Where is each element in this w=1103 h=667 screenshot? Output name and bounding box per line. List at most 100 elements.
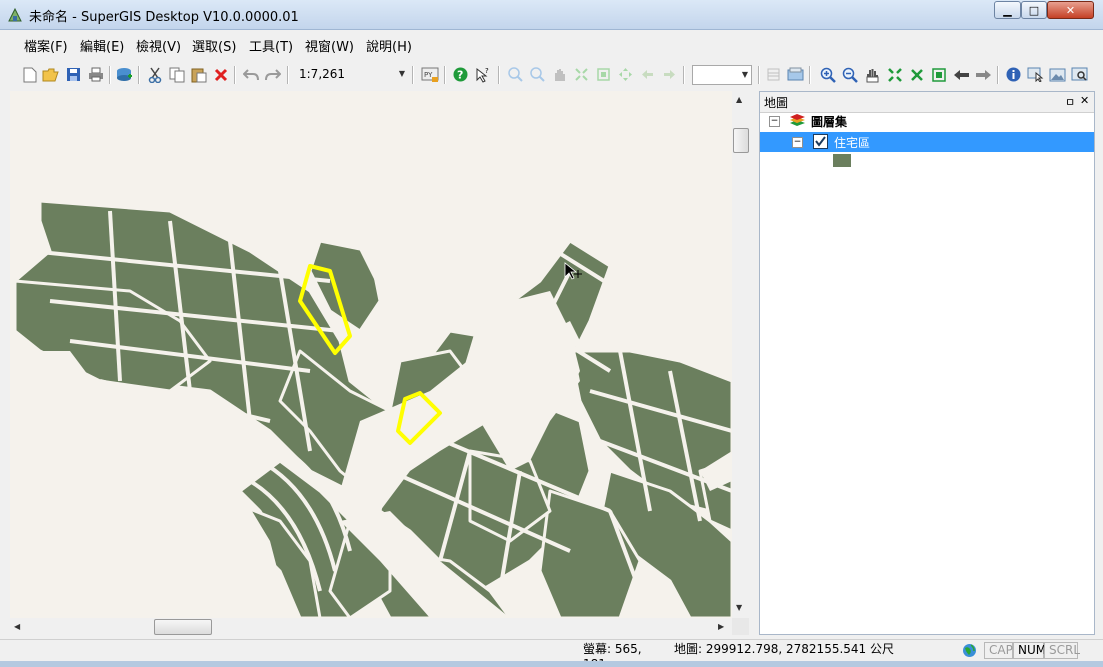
app-window: 未命名 - SuperGIS Desktop V10.0.0000.01 ▁ □… bbox=[0, 0, 1103, 667]
center-icon[interactable] bbox=[616, 65, 635, 84]
toolbar-separator bbox=[412, 66, 414, 84]
scale-value: 1:7,261 bbox=[299, 67, 346, 81]
menu-select[interactable]: 選取(S) bbox=[192, 36, 236, 55]
layer-combo[interactable]: ▼ bbox=[692, 65, 752, 85]
num-lock-indicator: NUM bbox=[1013, 642, 1046, 659]
zoom-to-layer-icon[interactable] bbox=[907, 65, 926, 84]
map-coordinates: 地圖: 299912.798, 2782155.541 公尺 bbox=[674, 642, 894, 656]
open-folder-icon[interactable] bbox=[41, 65, 60, 84]
zoom-in-icon[interactable] bbox=[818, 65, 837, 84]
chevron-down-icon[interactable]: ▼ bbox=[399, 65, 405, 83]
select-features-icon[interactable] bbox=[1026, 65, 1045, 84]
zoom-out-icon[interactable] bbox=[840, 65, 859, 84]
caps-lock-indicator: CAP bbox=[984, 642, 1013, 659]
full-extent-disabled-icon[interactable] bbox=[572, 65, 591, 84]
table-icon[interactable] bbox=[764, 65, 783, 84]
help-icon[interactable]: ? bbox=[451, 65, 470, 84]
main-toolbar: 1:7,261 ▼ PY ? ? ▼ bbox=[10, 61, 1093, 89]
panel-close-button[interactable]: ✕ bbox=[1080, 94, 1089, 107]
map-horizontal-scrollbar[interactable]: ◀ ▶ bbox=[10, 618, 732, 635]
toolbar-separator bbox=[109, 66, 111, 84]
app-icon bbox=[8, 7, 22, 22]
menu-help[interactable]: 說明(H) bbox=[366, 36, 412, 55]
copy-icon[interactable] bbox=[167, 65, 186, 84]
layer-label: 住宅區 bbox=[834, 136, 871, 150]
svg-text:PY: PY bbox=[424, 71, 433, 79]
maximize-button[interactable]: □ bbox=[1021, 1, 1047, 19]
toolbar-separator bbox=[234, 66, 236, 84]
next-extent-disabled-icon[interactable] bbox=[660, 65, 679, 84]
map-table-of-contents-panel: 地圖 ㅁ ✕ − 圖層集 − 住宅區 bbox=[759, 91, 1095, 635]
close-button[interactable]: ✕ bbox=[1047, 1, 1094, 19]
menu-tools[interactable]: 工具(T) bbox=[249, 36, 293, 55]
paste-icon[interactable] bbox=[189, 65, 208, 84]
undo-icon[interactable] bbox=[241, 65, 260, 84]
cut-icon[interactable] bbox=[145, 65, 164, 84]
forward-icon[interactable] bbox=[974, 65, 993, 84]
scroll-up-icon[interactable]: ▲ bbox=[736, 95, 742, 104]
zoom-layer-disabled-icon[interactable] bbox=[594, 65, 613, 84]
zoom-selection-icon[interactable] bbox=[929, 65, 948, 84]
map-tips-icon[interactable] bbox=[1070, 65, 1089, 84]
toolbar-separator bbox=[683, 66, 685, 84]
pin-icon[interactable]: ㅁ bbox=[1065, 94, 1075, 110]
layout-icon[interactable] bbox=[786, 65, 805, 84]
toolbar-separator bbox=[809, 66, 811, 84]
print-icon[interactable] bbox=[86, 65, 105, 84]
svg-text:?: ? bbox=[485, 67, 489, 75]
image-icon[interactable] bbox=[1048, 65, 1067, 84]
previous-extent-disabled-icon[interactable] bbox=[638, 65, 657, 84]
toolbar-separator bbox=[498, 66, 500, 84]
back-icon[interactable] bbox=[952, 65, 971, 84]
new-file-icon[interactable] bbox=[20, 65, 39, 84]
tree-item-residential[interactable]: − 住宅區 bbox=[760, 132, 1094, 152]
window-title: 未命名 - SuperGIS Desktop V10.0.0000.01 bbox=[29, 10, 299, 25]
check-icon bbox=[815, 136, 826, 147]
title-bar[interactable]: 未命名 - SuperGIS Desktop V10.0.0000.01 ▁ □… bbox=[0, 0, 1103, 30]
identify-icon[interactable] bbox=[1004, 65, 1023, 84]
full-extent-icon[interactable] bbox=[885, 65, 904, 84]
scroll-right-icon[interactable]: ▶ bbox=[718, 622, 724, 631]
menu-edit[interactable]: 編輯(E) bbox=[80, 36, 124, 55]
map-vertical-scrollbar[interactable]: ▲ ▼ bbox=[732, 91, 749, 618]
whats-this-icon[interactable]: ? bbox=[473, 65, 492, 84]
svg-text:?: ? bbox=[457, 69, 463, 82]
layer-symbol-swatch[interactable] bbox=[833, 154, 851, 167]
layer-visibility-checkbox[interactable] bbox=[813, 134, 828, 149]
horizontal-scroll-thumb[interactable] bbox=[154, 619, 212, 635]
delete-icon[interactable] bbox=[211, 65, 230, 84]
map-view[interactable] bbox=[10, 91, 732, 618]
root-group-label[interactable]: 圖層集 bbox=[811, 113, 847, 130]
python-icon[interactable]: PY bbox=[420, 65, 439, 84]
zoom-out-fixed-icon[interactable] bbox=[528, 65, 547, 84]
panel-header[interactable]: 地圖 ㅁ ✕ bbox=[760, 92, 1094, 113]
layer-group-icon bbox=[790, 114, 805, 126]
menu-view[interactable]: 檢視(V) bbox=[136, 36, 181, 55]
status-bar: 螢幕: 565, 181 地圖: 299912.798, 2782155.541… bbox=[0, 639, 1103, 667]
globe-icon[interactable] bbox=[962, 643, 977, 658]
collapse-root-icon[interactable]: − bbox=[769, 116, 780, 127]
scale-combo[interactable]: 1:7,261 ▼ bbox=[294, 65, 408, 85]
vertical-scroll-thumb[interactable] bbox=[733, 128, 749, 153]
toolbar-separator bbox=[138, 66, 140, 84]
zoom-in-fixed-icon[interactable] bbox=[506, 65, 525, 84]
scrollbar-corner bbox=[732, 618, 749, 635]
add-data-icon[interactable] bbox=[115, 65, 134, 84]
redo-icon[interactable] bbox=[263, 65, 282, 84]
map-canvas[interactable] bbox=[10, 91, 732, 618]
scroll-down-icon[interactable]: ▼ bbox=[736, 603, 742, 612]
pan-disabled-icon[interactable] bbox=[550, 65, 569, 84]
minimize-button[interactable]: ▁ bbox=[994, 1, 1021, 19]
taskbar-edge bbox=[0, 661, 1103, 667]
collapse-layer-icon[interactable]: − bbox=[792, 137, 803, 148]
toolbar-separator bbox=[758, 66, 760, 84]
menu-window[interactable]: 視窗(W) bbox=[305, 36, 354, 55]
scroll-left-icon[interactable]: ◀ bbox=[14, 622, 20, 631]
save-icon[interactable] bbox=[64, 65, 83, 84]
panel-title: 地圖 bbox=[764, 96, 789, 110]
screen-coordinates: 螢幕: 565, 181 bbox=[583, 642, 642, 667]
menu-file[interactable]: 檔案(F) bbox=[24, 36, 68, 55]
menu-bar: 檔案(F) 編輯(E) 檢視(V) 選取(S) 工具(T) 視窗(W) 說明(H… bbox=[10, 31, 1093, 57]
pan-icon[interactable] bbox=[862, 65, 881, 84]
chevron-down-icon[interactable]: ▼ bbox=[742, 66, 748, 84]
